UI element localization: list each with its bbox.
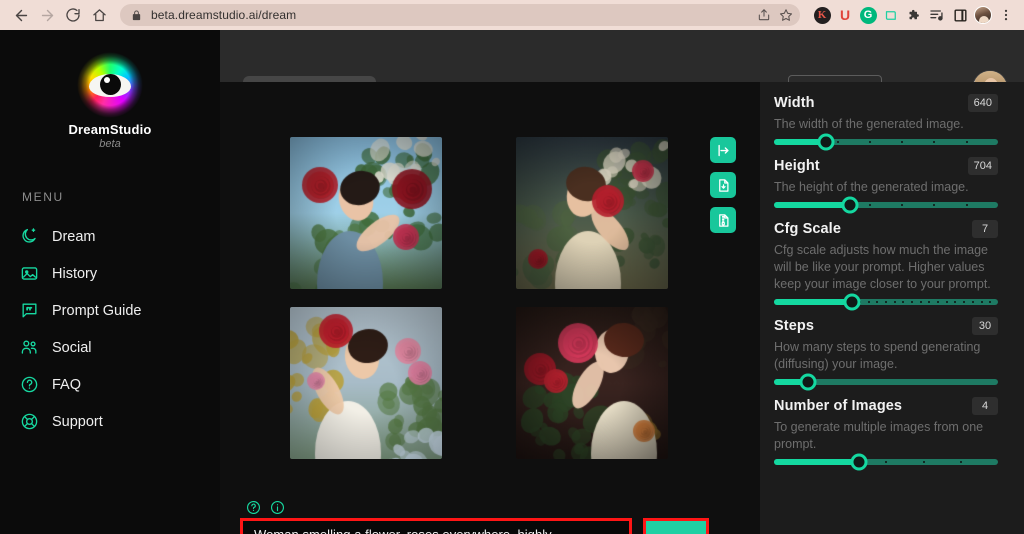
reload-button[interactable] [60, 2, 86, 28]
width-slider[interactable] [774, 139, 998, 145]
setting-label: Steps [774, 318, 814, 334]
generated-image-tile[interactable] [290, 137, 442, 289]
dream-button-highlight: Dream [643, 518, 709, 534]
question-circle-icon [18, 374, 40, 396]
download-zip-button[interactable] [710, 207, 736, 233]
setting-description: How many steps to spend generating (diff… [774, 339, 998, 373]
generation-canvas [220, 82, 760, 534]
generated-image-tile[interactable] [290, 307, 442, 459]
setting-value: 640 [968, 94, 998, 112]
setting-label: Width [774, 95, 815, 111]
sidebar-item-label: FAQ [52, 377, 81, 393]
number-of-images-slider[interactable] [774, 459, 998, 465]
setting-cfg-scale: Cfg Scale 7 Cfg scale adjusts how much t… [774, 220, 998, 305]
address-bar[interactable]: beta.dreamstudio.ai/dream [120, 4, 800, 26]
prompt-help-row [246, 500, 285, 515]
image-actions [710, 137, 736, 233]
ext-kami-icon[interactable]: K [812, 5, 832, 25]
moon-sparkle-icon [18, 226, 40, 248]
url-text: beta.dreamstudio.ai/dream [151, 8, 754, 22]
home-button[interactable] [86, 2, 112, 28]
download-image-button[interactable] [710, 172, 736, 198]
sidebar-item-social[interactable]: Social [18, 329, 218, 366]
sidebar: DreamStudio beta MENU Dream History Prom… [0, 30, 220, 534]
ext-playlist-icon[interactable] [927, 5, 947, 25]
setting-label: Height [774, 158, 820, 174]
setting-label: Cfg Scale [774, 221, 841, 237]
life-ring-icon [18, 411, 40, 433]
kebab-menu-icon[interactable] [996, 5, 1016, 25]
browser-toolbar: beta.dreamstudio.ai/dream K U G [0, 0, 1024, 30]
settings-panel: Width 640 The width of the generated ima… [760, 82, 1024, 534]
generated-image-tile[interactable] [516, 137, 668, 289]
dreamstudio-page: DreamStudio Lite 4 x 0.7 = 2.8 credits D… [0, 30, 1024, 534]
brand-subtitle: beta [0, 138, 220, 150]
ext-u-icon[interactable]: U [835, 5, 855, 25]
extensions-strip: K U G [806, 5, 1016, 25]
image-grid [290, 137, 686, 459]
steps-slider[interactable] [774, 379, 998, 385]
menu-heading: MENU [22, 190, 64, 204]
sidebar-menu: Dream History Prompt Guide Social FAQ Su… [18, 218, 218, 440]
setting-description: To generate multiple images from one pro… [774, 419, 998, 453]
star-icon[interactable] [776, 5, 796, 25]
brand: DreamStudio beta [0, 52, 220, 150]
screenshot-root: beta.dreamstudio.ai/dream K U G DreamStu… [0, 0, 1024, 534]
prompt-text: Woman smelling a flower, roses everywher… [254, 526, 603, 534]
prompt-input[interactable]: Woman smelling a flower, roses everywher… [240, 518, 632, 534]
setting-number-of-images: Number of Images 4 To generate multiple … [774, 397, 998, 465]
share-icon[interactable] [754, 5, 774, 25]
setting-value: 7 [972, 220, 998, 238]
ext-loom-icon[interactable] [881, 5, 901, 25]
prompt-line-1: Woman smelling a flower, roses everywher… [254, 527, 552, 534]
back-button[interactable] [8, 2, 34, 28]
cfg-scale-slider[interactable] [774, 299, 998, 305]
dreamstudio-eye-logo [77, 52, 143, 118]
profile-avatar-icon[interactable] [973, 5, 993, 25]
height-slider[interactable] [774, 202, 998, 208]
sidebar-item-dream[interactable]: Dream [18, 218, 218, 255]
image-icon [18, 263, 40, 285]
brand-name: DreamStudio [0, 122, 220, 137]
setting-description: The width of the generated image. [774, 116, 998, 133]
ext-grammarly-icon[interactable]: G [858, 5, 878, 25]
setting-description: Cfg scale adjusts how much the image wil… [774, 242, 998, 293]
sidebar-item-history[interactable]: History [18, 255, 218, 292]
question-circle-icon[interactable] [246, 500, 261, 515]
people-icon [18, 337, 40, 359]
generated-image-tile[interactable] [516, 307, 668, 459]
setting-value: 704 [968, 157, 998, 175]
open-in-editor-button[interactable] [710, 137, 736, 163]
sidebar-item-label: Prompt Guide [52, 303, 141, 319]
setting-height: Height 704 The height of the generated i… [774, 157, 998, 208]
sidebar-item-support[interactable]: Support [18, 403, 218, 440]
setting-steps: Steps 30 How many steps to spend generat… [774, 317, 998, 385]
sidebar-item-faq[interactable]: FAQ [18, 366, 218, 403]
speech-bubble-quote-icon [18, 300, 40, 322]
sidebar-item-label: History [52, 266, 97, 282]
setting-label: Number of Images [774, 398, 902, 414]
setting-value: 4 [972, 397, 998, 415]
sidebar-item-label: Social [52, 340, 92, 356]
forward-button[interactable] [34, 2, 60, 28]
ext-puzzle-icon[interactable] [904, 5, 924, 25]
setting-width: Width 640 The width of the generated ima… [774, 94, 998, 145]
sidebar-item-label: Support [52, 414, 103, 430]
info-circle-icon[interactable] [270, 500, 285, 515]
sidebar-item-label: Dream [52, 229, 96, 245]
lock-icon [131, 10, 142, 21]
ext-sidepanel-icon[interactable] [950, 5, 970, 25]
dream-button[interactable]: Dream [646, 521, 706, 534]
sidebar-item-prompt-guide[interactable]: Prompt Guide [18, 292, 218, 329]
setting-value: 30 [972, 317, 998, 335]
setting-description: The height of the generated image. [774, 179, 998, 196]
